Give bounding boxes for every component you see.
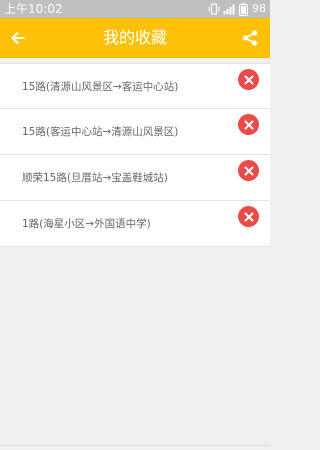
delete-favorite-button[interactable]: [238, 160, 259, 181]
status-bar: 上午10:02 98: [0, 0, 270, 18]
favorite-route-label: 顺荣15路(旦厝站→宝盖鞋城站): [22, 172, 168, 184]
favorite-item[interactable]: 15路(清源山风景区→客运中心站): [0, 63, 270, 109]
favorite-item[interactable]: 1路(海星小区→外国语中学): [0, 201, 270, 247]
page-title: 我的收藏: [102, 28, 167, 47]
status-time: 上午10:02: [4, 2, 63, 16]
favorite-route-label: 15路(清源山风景区→客运中心站): [22, 81, 179, 93]
battery-icon: [239, 2, 248, 16]
favorite-route-label: 1路(海星小区→外国语中学): [22, 218, 151, 230]
delete-favorite-button[interactable]: [238, 114, 259, 135]
delete-favorite-button[interactable]: [238, 69, 259, 90]
back-button[interactable]: [6, 26, 30, 50]
vibrate-icon: [208, 3, 220, 15]
battery-level: 98: [252, 2, 266, 15]
delete-x-icon: [244, 166, 253, 175]
share-icon: [242, 30, 258, 46]
status-icons: 98: [208, 0, 266, 18]
signal-icon: [223, 4, 235, 15]
app-bar: 我的收藏: [0, 18, 270, 58]
screen: 上午10:02 98 我的收藏 15路(清源山风景区→客运中心站) 15路(客运…: [0, 0, 270, 450]
delete-favorite-button[interactable]: [238, 206, 259, 227]
bottom-divider: [0, 445, 270, 446]
favorite-item[interactable]: 顺荣15路(旦厝站→宝盖鞋城站): [0, 155, 270, 201]
favorites-list: 15路(清源山风景区→客运中心站) 15路(客运中心站→清源山风景区) 顺荣15…: [0, 63, 270, 247]
delete-x-icon: [244, 212, 253, 221]
share-button[interactable]: [238, 26, 262, 50]
favorite-item[interactable]: 15路(客运中心站→清源山风景区): [0, 109, 270, 155]
favorite-route-label: 15路(客运中心站→清源山风景区): [22, 126, 179, 138]
delete-x-icon: [244, 75, 253, 84]
delete-x-icon: [244, 120, 253, 129]
back-arrow-icon: [11, 32, 25, 44]
